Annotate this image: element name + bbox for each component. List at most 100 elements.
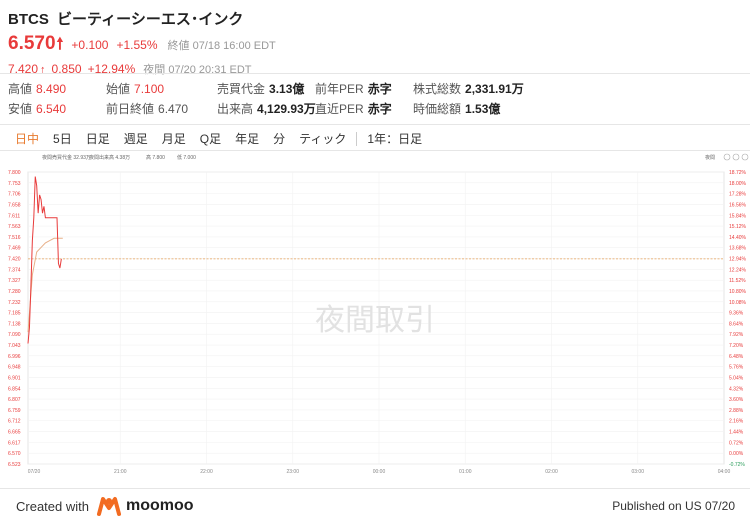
stat-value: 3.13億 — [269, 82, 305, 96]
stat-label: 時価総額 — [413, 102, 462, 116]
price-change: +0.100 — [71, 38, 109, 52]
x-tick: 23:00 — [286, 469, 299, 475]
stat-value: 赤字 — [367, 82, 392, 96]
intraday-chart: 夜間売買代金 32.93万 夜間出来高 4.38万 高 7.800 低 7.000 夜間… — [0, 150, 750, 480]
stat-item: 時価総額 1.53億 — [413, 100, 573, 117]
y-tick-left: 7.563 — [8, 224, 21, 230]
period-tabs: 日中 5日 日足 週足 月足 Q足 年足分ティック 1年：日足 — [8, 131, 429, 147]
header-divider — [0, 73, 750, 74]
y-tick-left: 6.948 — [8, 365, 21, 371]
stat-label: 出来高 — [217, 102, 254, 116]
y-tick-left: 6.712 — [8, 419, 21, 425]
y-tick-left: 7.800 — [8, 170, 21, 176]
y-tick-left: 6.665 — [8, 430, 21, 436]
y-tick-left: 7.185 — [8, 311, 21, 317]
y-tick-left: 6.901 — [8, 375, 21, 381]
x-tick: 21:00 — [114, 469, 127, 475]
y-tick-right: 12.94% — [729, 257, 747, 263]
y-tick-right: 0.00% — [729, 451, 744, 457]
y-tick-left: 7.420 — [8, 257, 21, 263]
y-tick-left: 6.570 — [8, 451, 21, 457]
stat-label: 始値 — [106, 82, 131, 96]
chart-svg: 夜間売買代金 32.93万夜間出来高 4.38万 高 7.800 低 7.000 夜間… — [8, 153, 749, 475]
created-with-label: Created with — [16, 499, 89, 514]
y-tick-right: 7.20% — [729, 343, 744, 349]
stat-item: 前日終値 6.470 — [106, 100, 217, 117]
tab-0[interactable]: 日中 — [8, 131, 46, 147]
y-tick-right: 1.44% — [729, 430, 744, 436]
stat-label: 前年PER — [315, 82, 364, 96]
stat-value: 1.53億 — [465, 102, 501, 116]
y-tick-left: 7.327 — [8, 278, 21, 284]
y-tick-left: 7.138 — [8, 321, 21, 327]
y-tick-right: 6.48% — [729, 354, 744, 360]
tab-2[interactable]: 日足 — [79, 131, 117, 147]
stat-item: 始値 7.100 — [106, 80, 217, 97]
stock-name: ビーティーシーエス･インク — [57, 11, 244, 28]
chart-meta-high_label: 高 7.800 — [146, 154, 165, 161]
stat-item: 高値 8.490 — [8, 80, 106, 97]
last-price: 6.570 — [8, 33, 56, 54]
y-tick-right: 13.68% — [729, 246, 747, 252]
y-tick-left: 7.469 — [8, 246, 21, 252]
stat-value: 6.470 — [158, 102, 189, 116]
stat-item: 安値 6.540 — [8, 100, 106, 117]
y-tick-left: 6.807 — [8, 397, 21, 403]
x-tick: 01:00 — [459, 469, 472, 475]
y-tick-right: 2.88% — [729, 408, 744, 414]
stat-label: 高値 — [8, 82, 33, 96]
y-tick-right: 18.72% — [729, 170, 747, 176]
y-tick-right: 4.32% — [729, 386, 744, 392]
y-tick-right: 16.56% — [729, 202, 747, 208]
y-tick-left: 7.043 — [8, 343, 21, 349]
stock-title: BTCS ビーティーシーエス･インク — [8, 8, 276, 29]
y-tick-right: 10.80% — [729, 289, 747, 295]
tab-7[interactable]: 分 — [266, 131, 292, 147]
published-date: Published on US 07/20 — [612, 499, 735, 513]
tab-5[interactable]: Q足 — [193, 131, 228, 147]
stat-label: 直近PER — [315, 102, 364, 116]
stat-item: 直近PER 赤字 — [315, 100, 413, 117]
stat-item: 前年PER 赤字 — [315, 80, 413, 97]
y-tick-left: 7.658 — [8, 202, 21, 208]
x-tick: 22:00 — [200, 469, 213, 475]
y-tick-right: 14.40% — [729, 235, 747, 241]
x-tick: 00:00 — [373, 469, 386, 475]
chart-watermark: 夜間取引 — [315, 303, 435, 338]
y-tick-right: 0.72% — [729, 440, 744, 446]
y-tick-left: 7.706 — [8, 192, 21, 198]
y-tick-right: 2.16% — [729, 419, 744, 425]
stat-label: 安値 — [8, 102, 33, 116]
price-row: 6.570 🠕 +0.100 +1.55% 終値 07/18 16:00 EDT — [8, 33, 276, 60]
stats-grid: 高値 8.490 始値 7.100 売買代金 3.13億 前年PER 赤字 株式総数 2,331.… — [8, 80, 573, 117]
arrow-up-icon: 🠕 — [56, 36, 64, 53]
y-tick-left: 6.996 — [8, 354, 21, 360]
stat-value: 4,129.93万 — [257, 102, 316, 116]
tab-1y-daily[interactable]: 1年：日足 — [360, 131, 429, 147]
stat-item: 株式総数 2,331.91万 — [413, 80, 573, 97]
quote-header: BTCS ビーティーシーエス･インク 6.570 🠕 +0.100 +1.55%… — [8, 8, 276, 77]
tab-8[interactable]: ティック — [292, 131, 353, 147]
chart-meta-low_label: 低 7.000 — [177, 154, 196, 161]
y-tick-right: 15.12% — [729, 224, 747, 230]
y-tick-left: 7.280 — [8, 289, 21, 295]
x-tick: 07/20 — [28, 469, 41, 475]
zoom-out-icon — [732, 153, 740, 161]
chart-meta-volume_label: 夜間売買代金 32.93万 — [42, 154, 91, 161]
tab-separator — [356, 132, 358, 146]
tab-3[interactable]: 週足 — [117, 131, 155, 147]
tab-6[interactable]: 年足 — [228, 131, 266, 147]
stock-symbol: BTCS — [8, 11, 49, 28]
night-row: 7.420 ↑ 0.850 +12.94% 夜間 07/20 20:31 EDT — [8, 61, 276, 77]
tab-1[interactable]: 5日 — [46, 131, 79, 147]
tab-4[interactable]: 月足 — [155, 131, 193, 147]
x-tick: 03:00 — [631, 469, 644, 475]
price-change-pct: +1.55% — [116, 38, 158, 52]
y-tick-right: 9.36% — [729, 311, 744, 317]
stat-label: 前日終値 — [106, 102, 155, 116]
y-tick-right: 7.92% — [729, 332, 744, 338]
y-tick-right: 5.76% — [729, 365, 744, 371]
x-tick: 04:00 — [718, 469, 731, 475]
moomoo-wordmark: moomoo — [126, 497, 194, 514]
y-tick-right: 18.00% — [729, 181, 747, 187]
